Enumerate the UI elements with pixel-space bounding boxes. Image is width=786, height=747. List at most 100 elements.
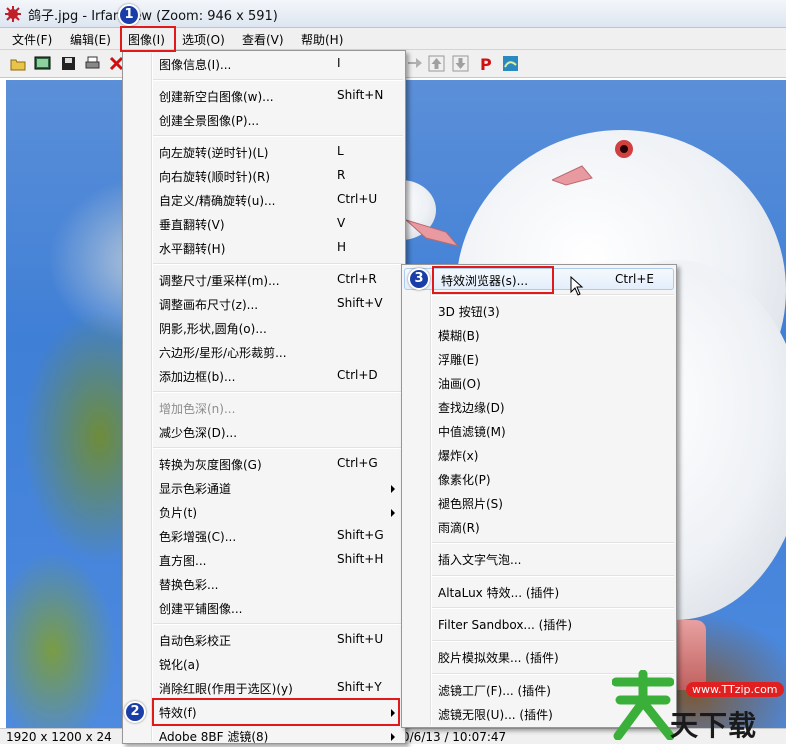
effects-menu-item-insert-text-balloon[interactable]: 插入文字气泡... [402, 548, 676, 570]
menu-separator [432, 640, 674, 642]
open-folder-icon[interactable] [10, 55, 27, 72]
image-menu-item-decrease-color-depth[interactable]: 减少色深(D)... [123, 421, 405, 443]
image-menu-item-hexagon-star-heart-crop[interactable]: 六边形/星形/心形裁剪... [123, 341, 405, 363]
menu-separator [153, 135, 403, 137]
menu-item-shortcut: L [337, 144, 344, 158]
menu-item-label: 阴影,形状,圆角(o)... [159, 322, 267, 336]
last-image-icon[interactable] [452, 55, 469, 72]
irfanview-about-icon[interactable] [502, 55, 519, 72]
menu-separator [432, 294, 674, 296]
image-menu-item-sharpen[interactable]: 锐化(a) [123, 653, 405, 675]
menu-item-label: 减少色深(D)... [159, 426, 238, 440]
image-menu-item-replace-color[interactable]: 替换色彩... [123, 573, 405, 595]
menu-item-label: 中值滤镜(M) [438, 425, 506, 439]
image-menu-item-negative[interactable]: 负片(t) [123, 501, 405, 523]
menu-edit[interactable]: 编辑(E) [70, 31, 111, 48]
menu-item-shortcut: Ctrl+D [337, 368, 378, 382]
image-menu-item-color-corrections[interactable]: 色彩增强(C)... Shift+G [123, 525, 405, 547]
highlight-effects-item [152, 698, 400, 726]
menu-view[interactable]: 查看(V) [242, 31, 284, 48]
slideshow-icon[interactable] [34, 55, 51, 72]
effects-menu-item-altalux[interactable]: AltaLux 特效... (插件) [402, 581, 676, 603]
menu-item-label: 自定义/精确旋转(u)... [159, 194, 276, 208]
menu-item-shortcut: Shift+U [337, 632, 384, 646]
menu-item-shortcut: Shift+H [337, 552, 384, 566]
effects-menu-item-blur[interactable]: 模糊(B) [402, 324, 676, 346]
image-menu-item-new-blank-image[interactable]: 创建新空白图像(w)... Shift+N [123, 85, 405, 107]
image-menu-item-red-eye-reduction[interactable]: 消除红眼(作用于选区)(y) Shift+Y [123, 677, 405, 699]
menu-item-label: 滤镜无限(U)... (插件) [438, 708, 553, 722]
image-menu-item-canvas-size[interactable]: 调整画布尺寸(z)... Shift+V [123, 293, 405, 315]
menu-item-label: 负片(t) [159, 506, 198, 520]
submenu-arrow-icon [391, 485, 395, 493]
image-menu-item-create-tiled-image[interactable]: 创建平铺图像... [123, 597, 405, 619]
image-menu-item-show-color-channels[interactable]: 显示色彩通道 [123, 477, 405, 499]
menu-item-label: Filter Sandbox... (插件) [438, 618, 573, 632]
menu-item-label: 图像信息(I)... [159, 58, 232, 72]
effects-menu-item-edge-detection[interactable]: 查找边缘(D) [402, 396, 676, 418]
menu-separator [432, 575, 674, 577]
menu-separator [153, 623, 403, 625]
step-badge-2: 2 [124, 701, 146, 723]
image-menu-item-add-border[interactable]: 添加边框(b)... Ctrl+D [123, 365, 405, 387]
menu-item-shortcut: Ctrl+R [337, 272, 377, 286]
site-watermark: www.TTzip.com 天下载 [612, 664, 786, 744]
menu-item-label: 显示色彩通道 [159, 482, 232, 496]
effects-menu-item-oil-paint[interactable]: 油画(O) [402, 372, 676, 394]
menu-item-label: 自动色彩校正 [159, 634, 232, 648]
image-menu-item-image-info[interactable]: 图像信息(I)... I [123, 53, 405, 75]
watermark-logo-icon [612, 670, 674, 740]
step-badge-1: 1 [118, 4, 140, 26]
menu-help[interactable]: 帮助(H) [301, 31, 343, 48]
menu-item-label: 向右旋转(顺时针)(R) [159, 170, 271, 184]
image-menu-item-convert-grayscale[interactable]: 转换为灰度图像(G) Ctrl+G [123, 453, 405, 475]
print-icon[interactable] [84, 55, 101, 72]
image-menu-item-increase-color-depth[interactable]: 增加色深(n)... [123, 397, 405, 419]
menu-item-label: 添加边框(b)... [159, 370, 236, 384]
next-arrow-icon[interactable] [406, 55, 423, 72]
status-dimensions: 1920 x 1200 x 24 [6, 730, 112, 744]
effects-menu-item-3d-button[interactable]: 3D 按钮(3) [402, 300, 676, 322]
effects-menu-item-median-filter[interactable]: 中值滤镜(M) [402, 420, 676, 442]
image-menu-item-auto-color-correction[interactable]: 自动色彩校正 Shift+U [123, 629, 405, 651]
effects-menu-item-filter-sandbox[interactable]: Filter Sandbox... (插件) [402, 613, 676, 635]
menu-item-label: 插入文字气泡... [438, 553, 522, 567]
image-menu-item-create-panorama[interactable]: 创建全景图像(P)... [123, 109, 405, 131]
irfanview-app-icon[interactable] [4, 5, 22, 23]
effects-submenu: 特效浏览器(s)... Ctrl+E 3D 按钮(3) 模糊(B) 浮雕(E) 油画(O)… [401, 264, 677, 728]
menu-item-shortcut: R [337, 168, 346, 182]
image-menu-item-rotate-left[interactable]: 向左旋转(逆时针)(L) L [123, 141, 405, 163]
menu-item-shortcut: V [337, 216, 346, 230]
paypal-icon[interactable]: P [478, 55, 495, 72]
image-menu-item-custom-rotation[interactable]: 自定义/精确旋转(u)... Ctrl+U [123, 189, 405, 211]
menu-bar: 文件(F) 编辑(E) 图像(I) 选项(O) 查看(V) 帮助(H) [0, 28, 786, 50]
menu-options[interactable]: 选项(O) [182, 31, 225, 48]
menu-item-label: 六边形/星形/心形裁剪... [159, 346, 287, 360]
menu-item-label: 创建全景图像(P)... [159, 114, 260, 128]
menu-item-shortcut: Shift+V [337, 296, 383, 310]
image-menu-item-horizontal-flip[interactable]: 水平翻转(H) H [123, 237, 405, 259]
effects-menu-item-emboss[interactable]: 浮雕(E) [402, 348, 676, 370]
submenu-arrow-icon [391, 509, 395, 517]
image-menu-item-resize-resample[interactable]: 调整尺寸/重采样(m)... Ctrl+R [123, 269, 405, 291]
effects-menu-item-explosion[interactable]: 爆炸(x) [402, 444, 676, 466]
menu-file[interactable]: 文件(F) [12, 31, 52, 48]
image-menu-item-shadow-shape-rounded[interactable]: 阴影,形状,圆角(o)... [123, 317, 405, 339]
image-menu-item-histogram[interactable]: 直方图... Shift+H [123, 549, 405, 571]
effects-menu-item-rain-drops-fade[interactable]: 褪色照片(S) [402, 492, 676, 514]
menu-item-label: 褪色照片(S) [438, 497, 503, 511]
menu-item-label: 查找边缘(D) [438, 401, 505, 415]
menu-item-shortcut: Ctrl+U [337, 192, 378, 206]
save-icon[interactable] [60, 55, 77, 72]
effects-menu-item-rain-drops[interactable]: 雨滴(R) [402, 516, 676, 538]
image-menu-item-rotate-right[interactable]: 向右旋转(顺时针)(R) R [123, 165, 405, 187]
menu-item-label: 水平翻转(H) [159, 242, 226, 256]
first-image-icon[interactable] [428, 55, 445, 72]
menu-item-label: 浮雕(E) [438, 353, 479, 367]
effects-menu-item-pixelize[interactable]: 像素化(P) [402, 468, 676, 490]
menu-item-label: 模糊(B) [438, 329, 480, 343]
step-badge-3: 3 [408, 268, 430, 290]
image-menu-item-vertical-flip[interactable]: 垂直翻转(V) V [123, 213, 405, 235]
menu-item-label: 像素化(P) [438, 473, 491, 487]
menu-item-label: 锐化(a) [159, 658, 200, 672]
